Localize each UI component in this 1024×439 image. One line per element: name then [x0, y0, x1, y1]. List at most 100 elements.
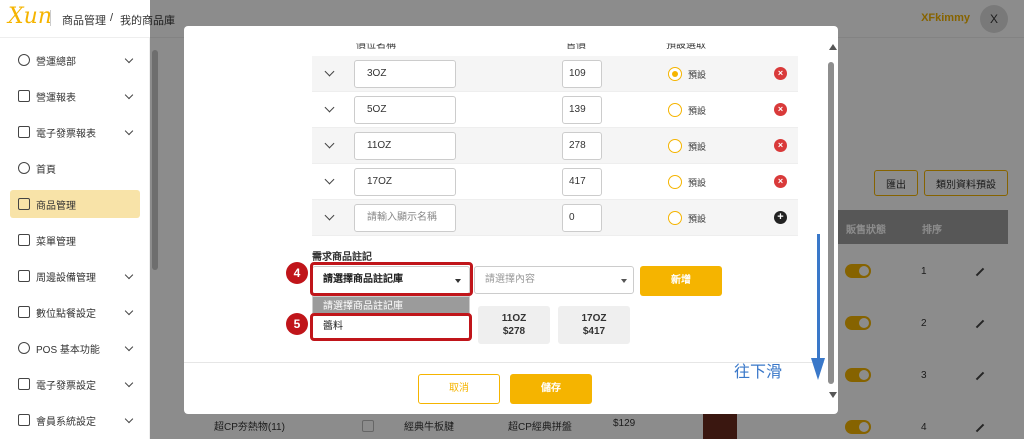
target-icon [18, 54, 30, 66]
printer-icon [18, 270, 30, 282]
sidebar-item-product-management[interactable]: 商品管理 [10, 190, 140, 218]
sidebar-item-operation-report[interactable]: 營運報表 [10, 82, 140, 110]
chevron-down-icon[interactable] [324, 210, 335, 221]
delete-row-icon[interactable]: × [774, 175, 787, 188]
breadcrumb-product-management[interactable]: 商品管理 [62, 12, 106, 28]
default-radio-label: 預設 [688, 178, 707, 188]
sidebar-item-label: 會員系統設定 [36, 416, 96, 428]
chevron-down-icon [621, 279, 627, 283]
price-chip[interactable]: 11OZ $278 [478, 306, 550, 344]
sidebar-item-label: 電子發票報表 [36, 128, 96, 140]
delete-row-icon[interactable]: × [774, 139, 787, 152]
chevron-down-icon [124, 126, 134, 135]
delete-row-icon[interactable]: × [774, 67, 787, 80]
default-radio-label: 預設 [688, 106, 707, 116]
sidebar-item-einvoice-report[interactable]: 電子發票報表 [10, 118, 140, 146]
chevron-down-icon[interactable] [324, 138, 335, 149]
spec-price-input[interactable]: 0 [562, 204, 602, 232]
default-radio[interactable] [668, 139, 682, 153]
cancel-button[interactable]: 取消 [418, 374, 500, 404]
sidebar-item-home[interactable]: 首頁 [10, 154, 140, 182]
bag-icon [18, 198, 30, 210]
sidebar-item-label: 菜單管理 [36, 236, 76, 248]
spec-price-input[interactable]: 139 [562, 96, 602, 124]
document-icon [18, 126, 30, 138]
chevron-down-icon[interactable] [324, 66, 335, 77]
spec-row: 17OZ 417 預設 × [312, 164, 798, 200]
spec-name-input[interactable]: 11OZ [354, 132, 456, 160]
spec-row-new: 請輸入顯示名稱 0 預設 + [312, 200, 798, 236]
note-section-title: 需求商品註記 [312, 252, 372, 263]
spec-price-input[interactable]: 417 [562, 168, 602, 196]
chevron-down-icon [124, 342, 134, 351]
default-radio-label: 預設 [688, 214, 707, 224]
spec-name-input[interactable]: 請輸入顯示名稱 [354, 204, 456, 232]
save-button[interactable]: 儲存 [510, 374, 592, 404]
sidebar-item-device-management[interactable]: 周邊設備管理 [10, 262, 140, 290]
chart-icon [18, 90, 30, 102]
divider [184, 362, 824, 363]
step4-badge: 4 [286, 262, 308, 284]
arrow-head-icon [811, 358, 825, 380]
chevron-down-icon [124, 270, 134, 279]
price-chip-price: $278 [502, 326, 526, 337]
sidebar-item-label: 電子發票設定 [36, 380, 96, 392]
brand-logo: Xun [8, 4, 52, 29]
grid-icon [18, 234, 30, 246]
sidebar-item-label: 數位點餐設定 [36, 308, 96, 320]
sidebar-item-label: 營運報表 [36, 92, 76, 104]
chevron-down-icon [124, 414, 134, 423]
spec-name-input[interactable]: 5OZ [354, 96, 456, 124]
receipt-icon [18, 378, 30, 390]
price-chip-name: 11OZ [501, 313, 527, 324]
add-row-icon[interactable]: + [774, 211, 787, 224]
chevron-down-icon [124, 378, 134, 387]
default-radio-label: 預設 [688, 70, 707, 80]
breadcrumb-separator: / [110, 12, 114, 24]
sidebar-item-einvoice-settings[interactable]: 電子發票設定 [10, 370, 140, 398]
dropdown-option-placeholder[interactable]: 請選擇商品註記庫 [313, 297, 469, 313]
chevron-down-icon[interactable] [324, 174, 335, 185]
spec-price-input[interactable]: 278 [562, 132, 602, 160]
id-card-icon [18, 414, 30, 426]
add-note-button[interactable]: 新增 [640, 266, 722, 296]
sidebar-item-menu-management[interactable]: 菜單管理 [10, 226, 140, 254]
divider [50, 10, 51, 26]
scroll-down-hint: 往下滑 [734, 364, 783, 381]
scroll-down-arrow-icon [817, 234, 820, 360]
chevron-down-icon [124, 306, 134, 315]
spec-name-input[interactable]: 17OZ [354, 168, 456, 196]
sidebar-item-headquarters[interactable]: 營運總部 [10, 46, 140, 74]
default-radio-label: 預設 [688, 142, 707, 152]
modal-scrollbar-thumb[interactable] [828, 62, 834, 384]
delete-row-icon[interactable]: × [774, 103, 787, 116]
sidebar: 營運總部 營運報表 電子發票報表 首頁 商品管理 菜單管理 周邊設備管理 數位點… [0, 38, 150, 439]
sidebar-item-digital-ordering[interactable]: 數位點餐設定 [10, 298, 140, 326]
chevron-down-icon[interactable] [324, 102, 335, 113]
gear-icon [18, 342, 30, 354]
chevron-down-icon [124, 54, 134, 63]
scroll-up-arrow-icon[interactable] [829, 44, 837, 50]
default-radio[interactable] [668, 211, 682, 225]
spec-row: 11OZ 278 預設 × [312, 128, 798, 164]
spec-row: 3OZ 109 預設 × [312, 56, 798, 92]
scroll-down-arrow-icon[interactable] [829, 392, 837, 398]
default-radio[interactable] [668, 67, 682, 81]
sidebar-item-label: 周邊設備管理 [36, 272, 96, 284]
default-radio[interactable] [668, 175, 682, 189]
price-chip-name: 17OZ [581, 313, 607, 324]
price-chip[interactable]: 17OZ $417 [558, 306, 630, 344]
spec-name-input[interactable]: 3OZ [354, 60, 456, 88]
spec-price-input[interactable]: 109 [562, 60, 602, 88]
sidebar-item-member-settings[interactable]: 會員系統設定 [10, 406, 140, 434]
spec-row: 5OZ 139 預設 × [312, 92, 798, 128]
step5-highlight [310, 313, 472, 341]
bell-icon [18, 162, 30, 174]
note-content-select[interactable]: 請選擇內容 [474, 266, 634, 294]
price-chip-price: $417 [582, 326, 606, 337]
sidebar-item-label: 營運總部 [36, 56, 76, 68]
sidebar-item-pos-basic[interactable]: POS 基本功能 [10, 334, 140, 362]
sidebar-item-label: POS 基本功能 [36, 344, 100, 356]
default-radio[interactable] [668, 103, 682, 117]
sidebar-item-label: 商品管理 [36, 200, 76, 212]
